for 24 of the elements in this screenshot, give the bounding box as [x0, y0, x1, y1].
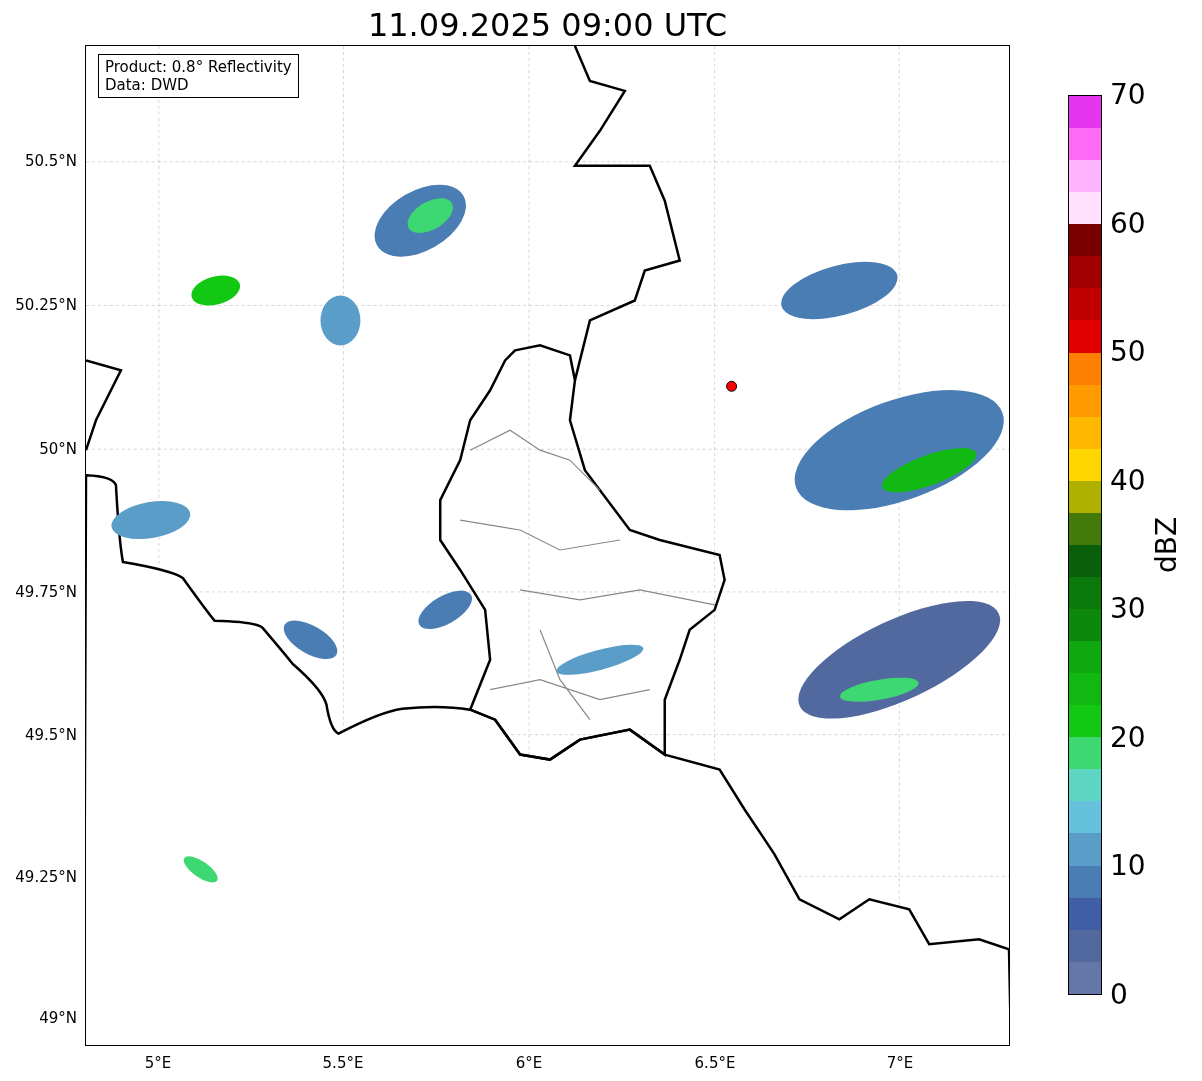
colorbar-tick-label: 40	[1110, 464, 1146, 497]
colorbar-tick-label: 70	[1110, 79, 1146, 111]
chart-title: 11.09.2025 09:00 UTC	[367, 5, 728, 45]
colorbar-label: dBZ	[1151, 516, 1183, 574]
latitude-label: 50.5°N	[24, 152, 77, 170]
longitude-label: 6°E	[515, 1054, 543, 1072]
longitude-label: 5.5°E	[322, 1054, 364, 1072]
colorbar-tick-label: 30	[1110, 593, 1146, 626]
colorbar-tick-label: 60	[1110, 207, 1146, 240]
colorbar-tick-label: 50	[1110, 336, 1146, 369]
latitude-label: 50.25°N	[15, 296, 77, 314]
longitude-label: 7°E	[886, 1054, 914, 1072]
colorbar-tick-label: 10	[1110, 850, 1146, 883]
latitude-label: 50°N	[39, 440, 77, 458]
info-text: Product: 0.8° Reflectivity	[105, 58, 292, 76]
colorbar-tick-label: 20	[1110, 721, 1146, 754]
latitude-label: 49°N	[39, 1009, 77, 1027]
latitude-label: 49.5°N	[24, 726, 77, 744]
colorbar-tick-label: 0	[1110, 979, 1128, 1011]
longitude-label: 6.5°E	[694, 1054, 736, 1072]
info-text: Data: DWD	[105, 76, 190, 94]
latitude-label: 49.25°N	[15, 868, 77, 886]
latitude-label: 49.75°N	[15, 583, 77, 601]
longitude-label: 5°E	[144, 1054, 172, 1072]
